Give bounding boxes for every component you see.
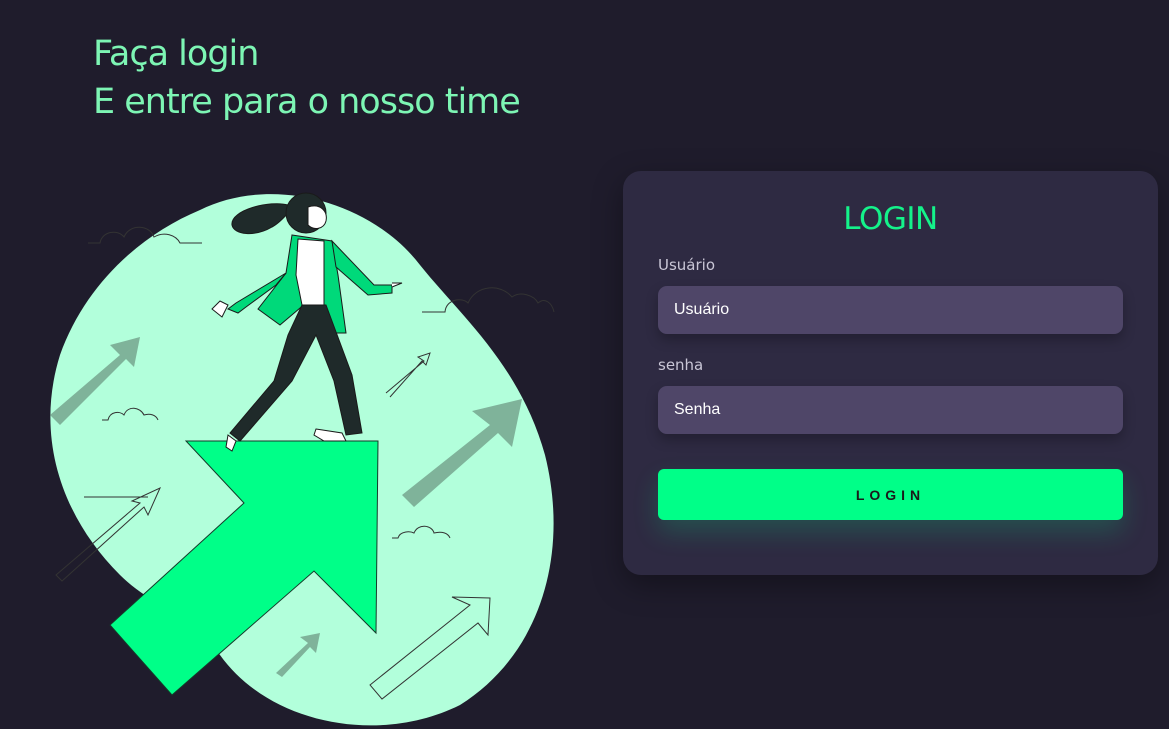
- growth-arrow-illustration-icon: [50, 192, 555, 726]
- headline-line-2: E entre para o nosso time: [93, 82, 521, 122]
- username-input[interactable]: [658, 286, 1123, 334]
- password-label: senha: [658, 356, 704, 374]
- login-title: LOGIN: [843, 201, 938, 237]
- login-page: Faça login E entre para o nosso time LOG…: [0, 0, 1169, 729]
- username-label: Usuário: [658, 256, 716, 274]
- password-input[interactable]: [658, 386, 1123, 434]
- login-card: LOGIN Usuário senha LOGIN: [623, 171, 1158, 575]
- headline-line-1: Faça login: [93, 34, 259, 74]
- login-button[interactable]: LOGIN: [658, 469, 1123, 520]
- page-headline: Faça login E entre para o nosso time: [93, 30, 521, 126]
